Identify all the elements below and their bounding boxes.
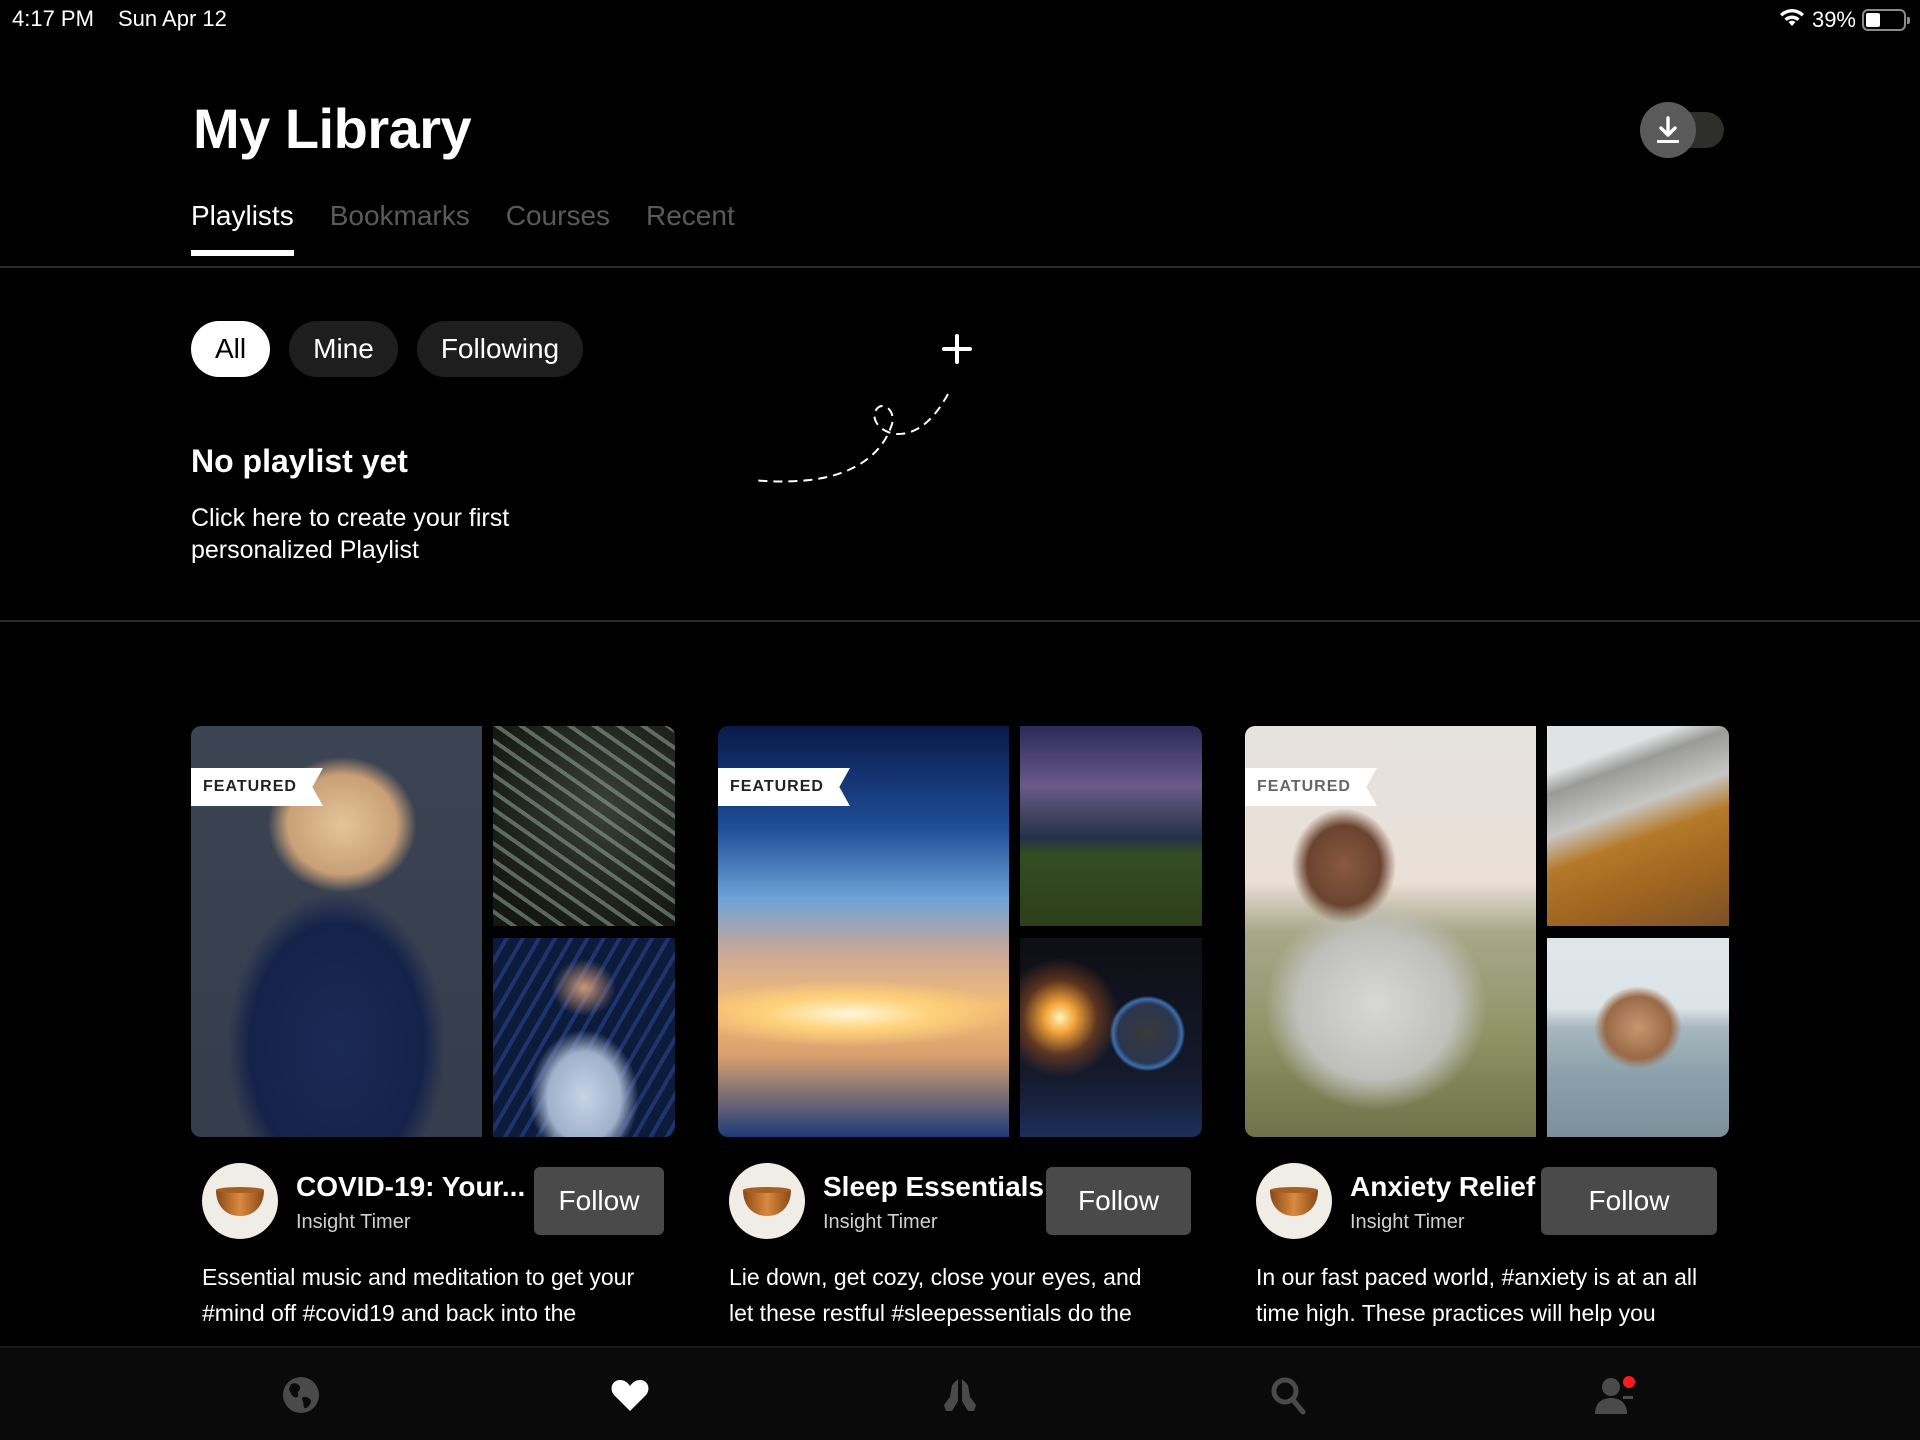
playlist-collage[interactable]: FEATURED: [191, 726, 675, 1137]
playlist-title[interactable]: Anxiety Relief: [1350, 1171, 1535, 1203]
dashed-arrow-decoration: [753, 393, 949, 483]
playlist-description: In our fast paced world, #anxiety is at …: [1245, 1259, 1725, 1331]
singing-bowl-icon: [216, 1187, 264, 1216]
playlist-meta: Anxiety Relief Insight Timer Follow: [1245, 1163, 1729, 1253]
description-line: #mind off #covid19 and back into the: [202, 1300, 577, 1326]
playlist-author[interactable]: Insight Timer: [1350, 1211, 1464, 1234]
nav-search[interactable]: [1263, 1370, 1313, 1420]
featured-badge: FEATURED: [191, 768, 323, 806]
tab-playlists[interactable]: Playlists: [191, 200, 294, 256]
globe-icon: [283, 1377, 319, 1413]
playlist-author[interactable]: Insight Timer: [296, 1211, 410, 1234]
singing-bowl-icon: [743, 1187, 791, 1216]
section-divider: [0, 620, 1920, 622]
playlist-description: Essential music and meditation to get yo…: [191, 1259, 671, 1331]
featured-playlist-card: FEATURED Anxiety Relief Insight Timer Fo…: [1245, 726, 1729, 1331]
tabs-divider: [0, 266, 1920, 268]
description-line: time high. These practices will help you: [1256, 1300, 1656, 1326]
avatar: [729, 1163, 805, 1239]
download-icon: [1640, 102, 1696, 158]
status-bar: 4:17 PM Sun Apr 12 39%: [0, 0, 1920, 38]
tab-bookmarks[interactable]: Bookmarks: [330, 200, 470, 256]
status-date: Sun Apr 12: [118, 6, 227, 31]
search-icon: [1271, 1377, 1306, 1415]
playlist-title[interactable]: Sleep Essentials: [823, 1171, 1044, 1203]
nav-profile[interactable]: [1592, 1370, 1642, 1420]
singing-bowl-icon: [1270, 1187, 1318, 1216]
featured-playlist-card: FEATURED Sleep Essentials Insight Timer …: [718, 726, 1202, 1331]
filter-mine[interactable]: Mine: [289, 321, 398, 377]
heart-icon: [611, 1380, 649, 1411]
status-indicators: 39%: [1778, 6, 1910, 34]
playlist-collage[interactable]: FEATURED: [718, 726, 1202, 1137]
follow-button[interactable]: Follow: [1046, 1167, 1191, 1235]
description-line: Lie down, get cozy, close your eyes, and: [729, 1264, 1142, 1290]
image-milky-way-field: [1020, 726, 1202, 926]
filter-all[interactable]: All: [191, 321, 271, 377]
avatar: [202, 1163, 278, 1239]
add-playlist-button[interactable]: [938, 330, 976, 368]
download-toggle[interactable]: [1640, 102, 1724, 158]
image-woman-in-water: [1547, 938, 1729, 1137]
playlist-description: Lie down, get cozy, close your eyes, and…: [718, 1259, 1198, 1331]
bottom-nav: [0, 1346, 1920, 1440]
playlist-author[interactable]: Insight Timer: [823, 1211, 937, 1234]
nav-library[interactable]: [605, 1370, 655, 1420]
description-line: let these restful #sleepessentials do th…: [729, 1300, 1132, 1326]
image-sun-and-planet: [1020, 938, 1202, 1137]
image-speaker-on-stage: [493, 938, 675, 1137]
featured-badge: FEATURED: [718, 768, 850, 806]
description-line: Essential music and meditation to get yo…: [202, 1264, 635, 1290]
follow-button[interactable]: Follow: [534, 1167, 664, 1235]
notification-dot: [1623, 1376, 1635, 1388]
empty-state-title: No playlist yet: [191, 443, 408, 479]
create-playlist-link[interactable]: Click here to create your first personal…: [191, 502, 591, 566]
playlist-meta: COVID-19: Your... Insight Timer Follow: [191, 1163, 675, 1253]
description-line: In our fast paced world, #anxiety is at …: [1256, 1264, 1698, 1290]
nav-meditate[interactable]: [935, 1370, 985, 1420]
featured-badge: FEATURED: [1245, 768, 1377, 806]
status-time: 4:17 PM: [12, 6, 94, 31]
nav-discover[interactable]: [276, 1370, 326, 1420]
follow-button[interactable]: Follow: [1541, 1167, 1717, 1235]
battery-percent: 39%: [1811, 7, 1856, 32]
featured-playlist-card: FEATURED COVID-19: Your... Insight Timer…: [191, 726, 675, 1331]
page-title: My Library: [193, 97, 472, 160]
plus-icon: [942, 334, 972, 364]
battery-icon: [1862, 9, 1910, 31]
wifi-icon: [1778, 6, 1806, 34]
filter-following[interactable]: Following: [416, 321, 584, 377]
tab-recent[interactable]: Recent: [646, 200, 735, 256]
profile-icon: [1595, 1376, 1635, 1414]
playlist-title[interactable]: COVID-19: Your...: [296, 1171, 525, 1203]
playlist-filters: All Mine Following: [191, 321, 584, 377]
image-mountain-autumn: [1547, 726, 1729, 926]
battery-level: [1866, 13, 1881, 27]
library-tabs: Playlists Bookmarks Courses Recent: [191, 200, 771, 256]
playlist-meta: Sleep Essentials Insight Timer Follow: [718, 1163, 1202, 1253]
playlist-collage[interactable]: FEATURED: [1245, 726, 1729, 1137]
praying-hands-icon: [944, 1379, 976, 1411]
image-fern-leaves: [493, 726, 675, 926]
tab-courses[interactable]: Courses: [506, 200, 610, 256]
avatar: [1256, 1163, 1332, 1239]
